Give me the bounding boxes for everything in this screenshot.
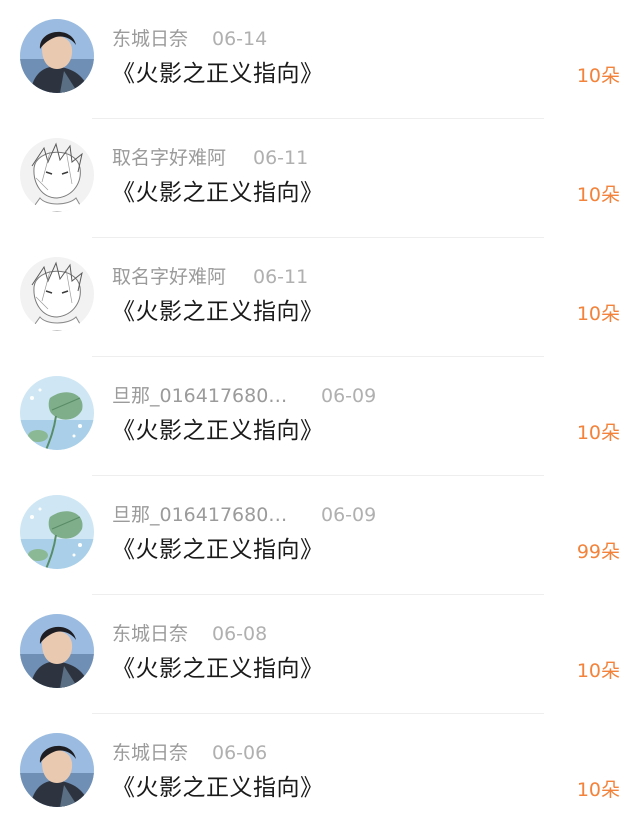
avatar[interactable] [20, 376, 94, 450]
list-item[interactable]: 旦那_016417680… 06-09 《火影之正义指向》 99朵 [0, 476, 640, 595]
avatar[interactable] [20, 19, 94, 93]
list-item[interactable]: 取名字好难阿 06-11 《火影之正义指向》 10朵 [0, 119, 640, 238]
gift-record-list: 东城日奈 06-14 《火影之正义指向》 10朵 取名字好难阿 06-11 《火… [0, 0, 640, 832]
list-item[interactable]: 东城日奈 06-06 《火影之正义指向》 10朵 [0, 714, 640, 833]
username[interactable]: 东城日奈 [112, 619, 188, 649]
gift-count: 10朵 [576, 422, 620, 444]
book-title[interactable]: 《火影之正义指向》 [112, 294, 324, 330]
gift-count: 10朵 [576, 779, 620, 801]
date: 06-09 [321, 385, 377, 407]
book-title[interactable]: 《火影之正义指向》 [112, 532, 324, 568]
date: 06-08 [212, 623, 268, 645]
book-title[interactable]: 《火影之正义指向》 [112, 651, 324, 687]
username[interactable]: 东城日奈 [112, 24, 188, 54]
anime-sketch-avatar-icon [20, 257, 94, 331]
book-title[interactable]: 《火影之正义指向》 [112, 56, 324, 92]
gift-count: 99朵 [576, 541, 620, 563]
username[interactable]: 东城日奈 [112, 738, 188, 768]
gift-count: 10朵 [576, 660, 620, 682]
avatar[interactable] [20, 733, 94, 807]
book-title[interactable]: 《火影之正义指向》 [112, 175, 324, 211]
list-item[interactable]: 东城日奈 06-14 《火影之正义指向》 10朵 [0, 0, 640, 119]
gift-count: 10朵 [576, 65, 620, 87]
leaf-avatar-icon [20, 376, 94, 450]
avatar[interactable] [20, 257, 94, 331]
date: 06-11 [253, 147, 309, 169]
boy-photo-avatar-icon [20, 733, 94, 807]
boy-photo-avatar-icon [20, 614, 94, 688]
date: 06-06 [212, 742, 268, 764]
avatar[interactable] [20, 495, 94, 569]
date: 06-11 [253, 266, 309, 288]
list-item[interactable]: 旦那_016417680… 06-09 《火影之正义指向》 10朵 [0, 357, 640, 476]
date: 06-09 [321, 504, 377, 526]
avatar[interactable] [20, 614, 94, 688]
book-title[interactable]: 《火影之正义指向》 [112, 413, 324, 449]
username[interactable]: 旦那_016417680… [112, 500, 287, 530]
username[interactable]: 取名字好难阿 [112, 262, 226, 292]
boy-photo-avatar-icon [20, 19, 94, 93]
gift-count: 10朵 [576, 303, 620, 325]
list-item[interactable]: 取名字好难阿 06-11 《火影之正义指向》 10朵 [0, 238, 640, 357]
book-title[interactable]: 《火影之正义指向》 [112, 770, 324, 806]
date: 06-14 [212, 28, 268, 50]
username[interactable]: 旦那_016417680… [112, 381, 287, 411]
leaf-avatar-icon [20, 495, 94, 569]
gift-count: 10朵 [576, 184, 620, 206]
list-item[interactable]: 东城日奈 06-08 《火影之正义指向》 10朵 [0, 595, 640, 714]
username[interactable]: 取名字好难阿 [112, 143, 226, 173]
anime-sketch-avatar-icon [20, 138, 94, 212]
avatar[interactable] [20, 138, 94, 212]
